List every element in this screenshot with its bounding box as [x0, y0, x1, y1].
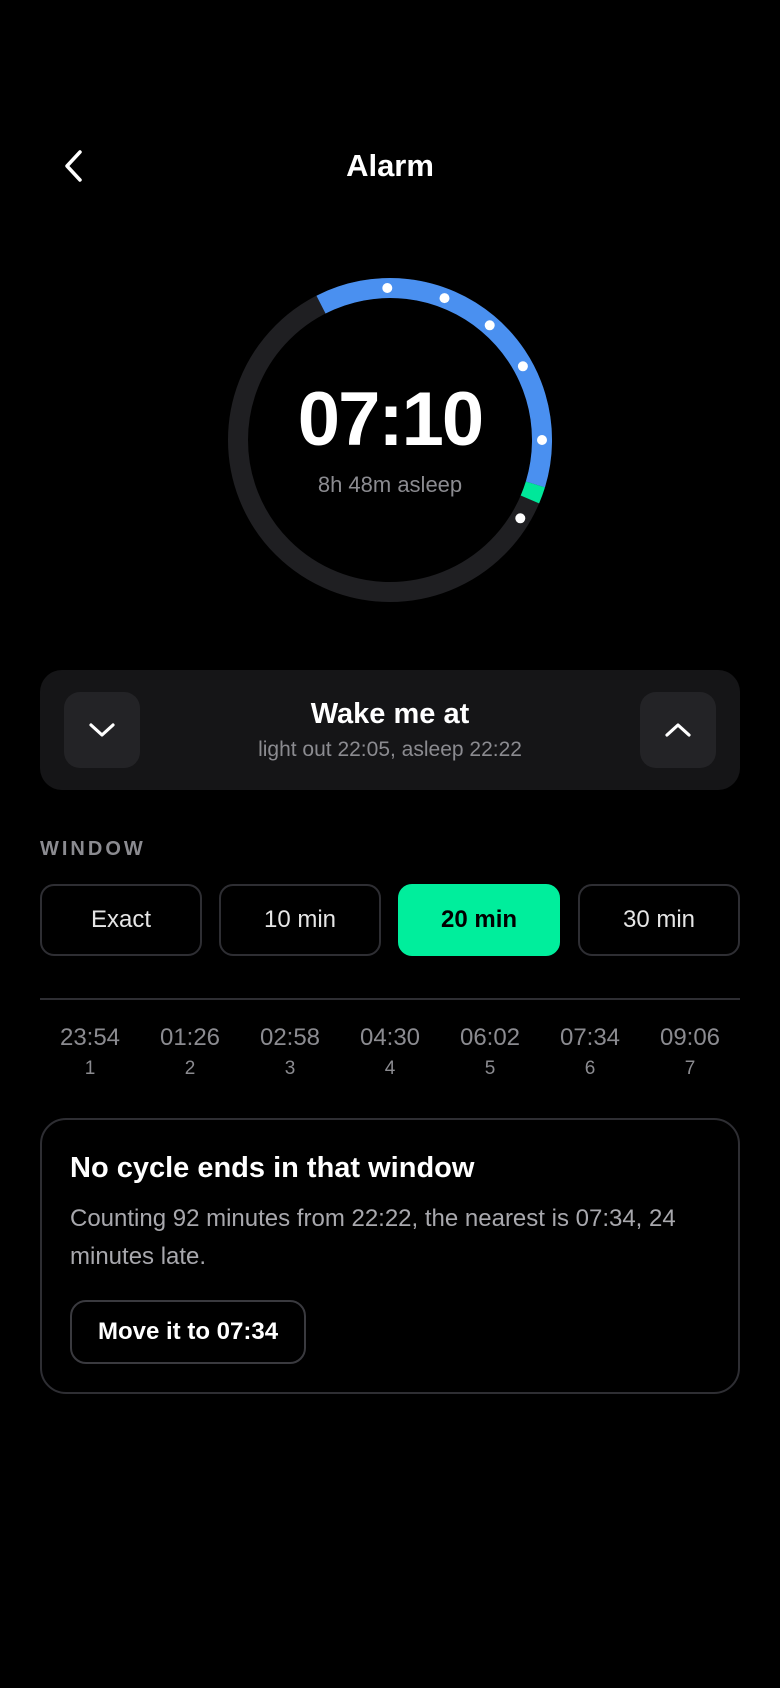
cycle-marker-dot [515, 513, 526, 524]
cycle-time: 06:02 [459, 1024, 521, 1051]
cycle-time: 09:06 [659, 1024, 721, 1051]
cycle-number: 1 [84, 1058, 96, 1079]
sleep-dial: 07:10 8h 48m asleep [218, 268, 562, 612]
cycle-time: 23:54 [59, 1024, 121, 1051]
wake-subtitle: light out 22:05, asleep 22:22 [258, 738, 522, 761]
cycle-item: 02:58 3 [240, 1024, 340, 1080]
header: Alarm [0, 140, 780, 192]
cycle-number: 7 [684, 1058, 696, 1079]
cycle-number: 6 [584, 1058, 596, 1079]
chevron-up-icon [665, 723, 691, 737]
window-option-30-min[interactable]: 30 min [578, 884, 740, 956]
cycle-item: 01:26 2 [140, 1024, 240, 1080]
cycle-item: 06:02 5 [440, 1024, 540, 1080]
wake-title: Wake me at [310, 698, 470, 730]
move-alarm-button[interactable]: Move it to 07:34 [70, 1300, 307, 1364]
sleep-cycles-list: 23:54 1 01:26 2 02:58 3 04:30 4 06:02 5 … [40, 1024, 740, 1080]
window-option-exact[interactable]: Exact [40, 884, 202, 956]
notice-body: Counting 92 minutes from 22:22, the near… [70, 1205, 676, 1270]
cycle-item: 04:30 4 [340, 1024, 440, 1080]
alarm-time: 07:10 [297, 377, 484, 462]
no-cycle-notice: No cycle ends in that window Counting 92… [40, 1118, 740, 1394]
divider [40, 998, 740, 1000]
cycle-time: 07:34 [559, 1024, 621, 1051]
window-label: WINDOW [40, 838, 146, 860]
notice-title: No cycle ends in that window [70, 1152, 475, 1184]
cycle-marker-dot [517, 361, 528, 372]
window-option-10-min[interactable]: 10 min [219, 884, 381, 956]
cycle-number: 4 [384, 1058, 396, 1079]
page-title: Alarm [346, 148, 434, 183]
cycle-number: 3 [284, 1058, 296, 1079]
cycle-marker-dot [439, 293, 450, 304]
cycle-item: 23:54 1 [40, 1024, 140, 1080]
cycle-time: 04:30 [359, 1024, 421, 1051]
cycle-number: 2 [184, 1058, 196, 1079]
sleep-duration: 8h 48m asleep [317, 472, 463, 497]
cycle-item: 07:34 6 [540, 1024, 640, 1080]
cycle-marker-dot [382, 283, 393, 293]
cycle-number: 5 [484, 1058, 496, 1079]
cycle-time: 02:58 [259, 1024, 321, 1051]
window-option-20-min[interactable]: 20 min [398, 884, 560, 956]
wake-card: Wake me at light out 22:05, asleep 22:22 [40, 670, 740, 790]
increase-time-button[interactable] [640, 692, 716, 768]
cycle-marker-dot [484, 320, 495, 331]
cycle-item: 09:06 7 [640, 1024, 740, 1080]
cycle-time: 01:26 [159, 1024, 221, 1051]
